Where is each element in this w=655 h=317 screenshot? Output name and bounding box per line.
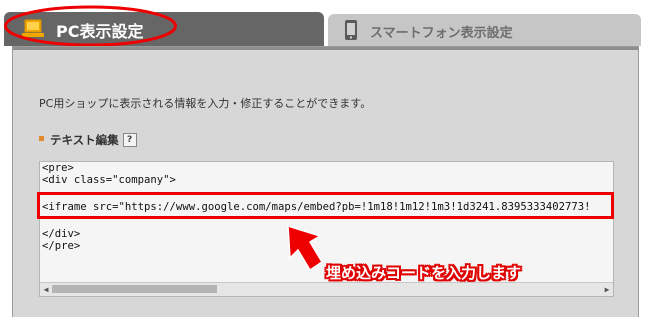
horizontal-scrollbar[interactable]: ◀ ▶ — [40, 282, 613, 296]
tab-pc-label: PC表示設定 — [56, 22, 144, 41]
code-line: </div> — [42, 228, 81, 240]
scroll-left-icon[interactable]: ◀ — [40, 283, 52, 296]
tab-smartphone-display-settings[interactable]: スマートフォン表示設定 — [328, 14, 641, 46]
scrollbar-thumb[interactable] — [52, 285, 217, 293]
code-line: <div class="company"> — [42, 174, 176, 186]
smartphone-icon — [345, 20, 357, 40]
tab-pc-display-settings[interactable]: PC表示設定 — [4, 12, 324, 46]
laptop-icon — [22, 19, 44, 37]
code-line: </pre> — [42, 240, 81, 252]
panel-info-text: PC用ショップに表示される情報を入力・修正することができます。 — [39, 97, 372, 110]
section-bullet-icon — [39, 136, 44, 141]
section-title-text-edit: テキスト編集? — [39, 132, 137, 148]
help-icon[interactable]: ? — [122, 132, 137, 147]
section-title-label: テキスト編集 — [50, 133, 119, 147]
panel-top-border — [13, 47, 638, 50]
red-arrow-icon — [287, 224, 324, 272]
code-line-iframe: <iframe src="https://www.google.com/maps… — [42, 201, 591, 213]
tab-smartphone-label: スマートフォン表示設定 — [370, 26, 513, 41]
annotation-callout: 埋め込みコードを入力します — [326, 264, 522, 282]
scroll-right-icon[interactable]: ▶ — [601, 283, 613, 296]
code-line: <pre> — [42, 162, 74, 174]
